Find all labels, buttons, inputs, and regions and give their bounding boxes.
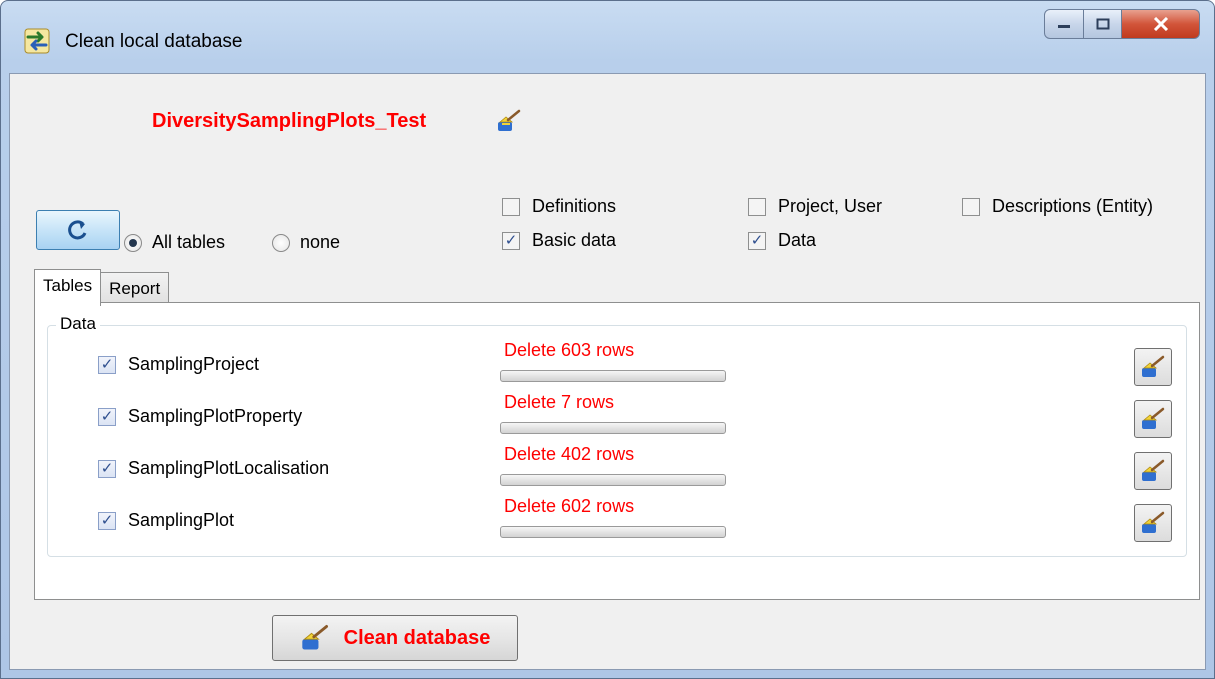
tab-tables[interactable]: Tables [34, 269, 102, 306]
clean-database-button[interactable]: Clean database [272, 615, 518, 661]
database-name: DiversitySamplingPlots_Test [152, 110, 427, 132]
radio-none[interactable]: none [272, 232, 340, 253]
radio-none-button[interactable] [272, 233, 290, 252]
data-group-label: Data [56, 314, 100, 334]
progress-bar [500, 370, 726, 382]
filter-basic-data-checkbox[interactable]: ✓ [502, 231, 520, 250]
maximize-icon [1096, 18, 1109, 30]
broom-icon [1142, 407, 1165, 429]
tab-report[interactable]: Report [100, 272, 170, 305]
window-title: Clean local database [65, 31, 243, 52]
minimize-button[interactable] [1044, 9, 1084, 39]
table-name: SamplingPlotLocalisation [128, 458, 330, 478]
table-name: SamplingProject [128, 354, 260, 374]
table-checkbox[interactable]: ✓ [98, 355, 116, 374]
tab-strip: Tables Report [34, 268, 170, 306]
close-icon [1153, 17, 1168, 31]
table-checkbox[interactable]: ✓ [98, 407, 116, 426]
broom-icon [1142, 459, 1165, 481]
filter-definitions-checkbox[interactable] [502, 197, 520, 216]
clean-table-button[interactable] [1134, 504, 1172, 542]
delete-count: Delete 603 rows [504, 340, 635, 360]
app-window: Clean local database DiversitySamplingPl… [0, 0, 1215, 679]
filter-definitions-label: Definitions [532, 196, 617, 216]
caption-buttons [1044, 9, 1200, 41]
table-row: ✓ SamplingProject Delete 603 rows [48, 340, 1186, 390]
filter-descriptions-entity[interactable]: Descriptions (Entity) [962, 196, 1153, 217]
table-row: ✓ SamplingPlot Delete 602 rows [48, 496, 1186, 546]
filter-project-user[interactable]: Project, User [748, 196, 882, 217]
delete-count: Delete 602 rows [504, 496, 635, 516]
table-row: ✓ SamplingPlotLocalisation Delete 402 ro… [48, 444, 1186, 494]
title-bar[interactable]: Clean local database [1, 1, 1214, 73]
broom-icon [1142, 511, 1165, 533]
table-checkbox-row[interactable]: ✓ SamplingPlot [98, 510, 234, 531]
table-checkbox-row[interactable]: ✓ SamplingPlotProperty [98, 406, 302, 427]
clean-database-label: Clean database [343, 626, 491, 649]
broom-icon [1142, 355, 1165, 377]
filter-project-user-checkbox[interactable] [748, 197, 766, 216]
minimize-icon [1058, 25, 1070, 28]
table-name: SamplingPlot [128, 510, 235, 530]
close-button[interactable] [1122, 9, 1200, 39]
progress-bar [500, 474, 726, 486]
clean-table-button[interactable] [1134, 400, 1172, 438]
filter-definitions[interactable]: Definitions [502, 196, 616, 217]
transfer-arrows-icon [24, 28, 50, 54]
filter-data-label: Data [778, 230, 817, 250]
table-name: SamplingPlotProperty [128, 406, 303, 426]
filter-basic-data[interactable]: ✓ Basic data [502, 230, 616, 251]
clean-table-button[interactable] [1134, 452, 1172, 490]
client-area: DiversitySamplingPlots_Test All tables n… [9, 73, 1206, 670]
tables-panel: Data ✓ SamplingProject Delete 603 rows ✓… [34, 302, 1200, 600]
table-checkbox-row[interactable]: ✓ SamplingPlotLocalisation [98, 458, 329, 479]
broom-icon [498, 109, 521, 131]
filter-basic-data-label: Basic data [532, 230, 617, 250]
radio-all-tables-label: All tables [152, 232, 226, 252]
data-group: Data ✓ SamplingProject Delete 603 rows ✓… [47, 314, 1187, 557]
refresh-button[interactable] [36, 210, 120, 250]
delete-count: Delete 7 rows [504, 392, 615, 412]
radio-all-tables-button[interactable] [124, 233, 142, 252]
delete-count: Delete 402 rows [504, 444, 635, 464]
refresh-icon [68, 220, 87, 240]
table-row: ✓ SamplingPlotProperty Delete 7 rows [48, 392, 1186, 442]
filter-project-user-label: Project, User [778, 196, 883, 216]
table-checkbox[interactable]: ✓ [98, 459, 116, 478]
filter-data[interactable]: ✓ Data [748, 230, 816, 251]
filter-descriptions-entity-label: Descriptions (Entity) [992, 196, 1154, 216]
maximize-button[interactable] [1084, 9, 1122, 39]
radio-none-label: none [300, 232, 341, 252]
filter-data-checkbox[interactable]: ✓ [748, 231, 766, 250]
broom-icon [301, 625, 328, 650]
table-checkbox[interactable]: ✓ [98, 511, 116, 530]
table-checkbox-row[interactable]: ✓ SamplingProject [98, 354, 259, 375]
radio-all-tables[interactable]: All tables [124, 232, 225, 253]
clean-table-button[interactable] [1134, 348, 1172, 386]
progress-bar [500, 422, 726, 434]
progress-bar [500, 526, 726, 538]
filter-descriptions-entity-checkbox[interactable] [962, 197, 980, 216]
